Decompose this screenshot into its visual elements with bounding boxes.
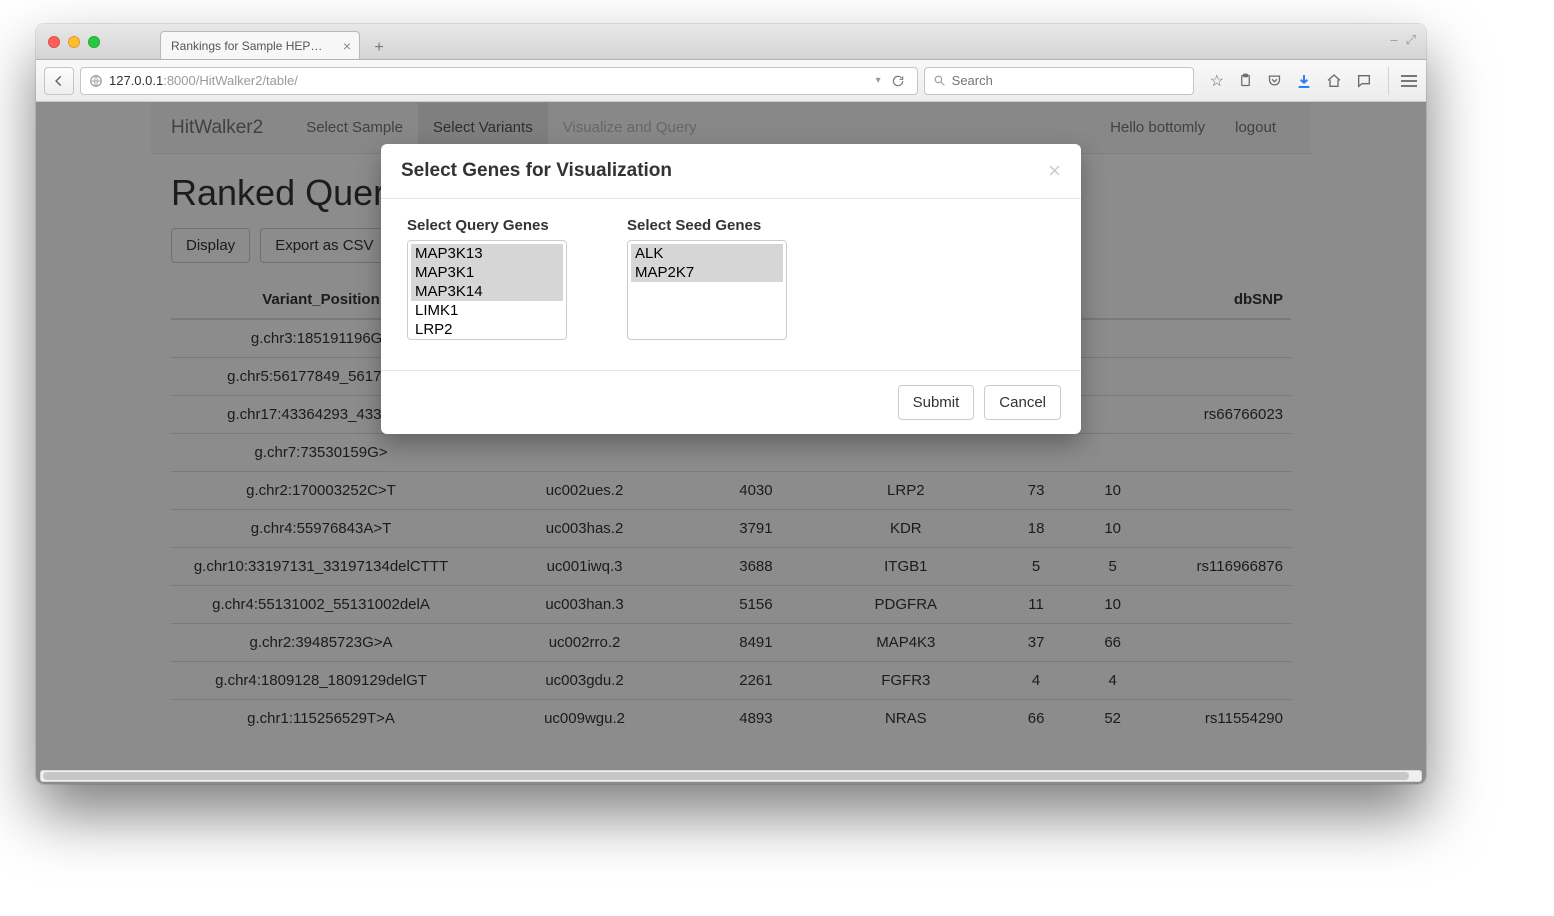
- seed-gene-option[interactable]: MAP2K7: [631, 263, 783, 282]
- search-icon: [933, 74, 946, 87]
- star-icon[interactable]: ☆: [1210, 71, 1224, 91]
- close-window-icon[interactable]: [48, 36, 60, 48]
- seed-genes-column: Select Seed Genes ALKMAP2K7: [627, 217, 787, 340]
- browser-tab-label: Rankings for Sample HEPG2_LI...: [171, 39, 331, 53]
- url-bar[interactable]: 127.0.0.1:8000/HitWalker2/table/ ▾: [80, 67, 918, 95]
- horizontal-scrollbar[interactable]: [40, 770, 1422, 782]
- query-gene-option[interactable]: MAP3K1: [411, 263, 563, 282]
- download-icon[interactable]: [1296, 73, 1312, 89]
- query-genes-select[interactable]: MAP3K13MAP3K1MAP3K14LIMK1LRP2: [407, 240, 567, 340]
- chat-icon[interactable]: [1356, 73, 1372, 89]
- url-host: 127.0.0.1: [109, 73, 163, 88]
- modal-header: Select Genes for Visualization ×: [381, 144, 1081, 199]
- hamburger-menu[interactable]: [1388, 67, 1418, 95]
- zoom-window-icon[interactable]: [88, 36, 100, 48]
- browser-window: Rankings for Sample HEPG2_LI... × + – ⤢ …: [36, 24, 1426, 784]
- modal-body: Select Query Genes MAP3K13MAP3K1MAP3K14L…: [381, 199, 1081, 370]
- close-tab-icon[interactable]: ×: [343, 38, 351, 54]
- select-genes-modal: Select Genes for Visualization × Select …: [381, 144, 1081, 434]
- page-content: HitWalker2 Select Sample Select Variants…: [36, 102, 1426, 784]
- clipboard-icon[interactable]: [1238, 73, 1253, 88]
- tab-strip: Rankings for Sample HEPG2_LI... × +: [160, 24, 392, 59]
- browser-toolbar: 127.0.0.1:8000/HitWalker2/table/ ▾ ☆: [36, 60, 1426, 102]
- scrollbar-thumb[interactable]: [43, 772, 1409, 780]
- url-dropdown-icon[interactable]: ▾: [876, 75, 881, 86]
- close-icon[interactable]: ×: [1048, 160, 1061, 182]
- globe-icon: [89, 74, 103, 88]
- modal-footer: Submit Cancel: [381, 370, 1081, 434]
- titlebar: Rankings for Sample HEPG2_LI... × + – ⤢: [36, 24, 1426, 60]
- new-tab-button[interactable]: +: [366, 37, 392, 59]
- submit-button[interactable]: Submit: [898, 385, 975, 420]
- query-gene-option[interactable]: LRP2: [411, 320, 563, 339]
- minimize-icon[interactable]: –: [1390, 32, 1397, 48]
- reload-icon[interactable]: [887, 74, 909, 88]
- url-path: :8000/HitWalker2/table/: [163, 73, 298, 88]
- browser-tab[interactable]: Rankings for Sample HEPG2_LI... ×: [160, 31, 360, 59]
- cancel-button[interactable]: Cancel: [984, 385, 1061, 420]
- query-gene-option[interactable]: MAP3K14: [411, 282, 563, 301]
- home-icon[interactable]: [1326, 73, 1342, 89]
- back-button[interactable]: [44, 67, 74, 95]
- minimize-window-icon[interactable]: [68, 36, 80, 48]
- pocket-icon[interactable]: [1267, 73, 1282, 88]
- maximize-icon[interactable]: ⤢: [1406, 32, 1416, 48]
- query-genes-label: Select Query Genes: [407, 217, 567, 234]
- url-text: 127.0.0.1:8000/HitWalker2/table/: [109, 73, 870, 88]
- query-gene-option[interactable]: LIMK1: [411, 301, 563, 320]
- query-gene-option[interactable]: MAP3K13: [411, 244, 563, 263]
- traffic-lights: [48, 36, 100, 48]
- arrow-left-icon: [52, 74, 66, 88]
- window-controls: – ⤢: [1390, 32, 1416, 48]
- toolbar-icons: ☆: [1210, 71, 1372, 91]
- seed-gene-option[interactable]: ALK: [631, 244, 783, 263]
- seed-genes-label: Select Seed Genes: [627, 217, 787, 234]
- query-genes-column: Select Query Genes MAP3K13MAP3K1MAP3K14L…: [407, 217, 567, 340]
- modal-title: Select Genes for Visualization: [401, 160, 672, 182]
- seed-genes-select[interactable]: ALKMAP2K7: [627, 240, 787, 340]
- search-input[interactable]: [952, 73, 1185, 88]
- search-box[interactable]: [924, 67, 1194, 95]
